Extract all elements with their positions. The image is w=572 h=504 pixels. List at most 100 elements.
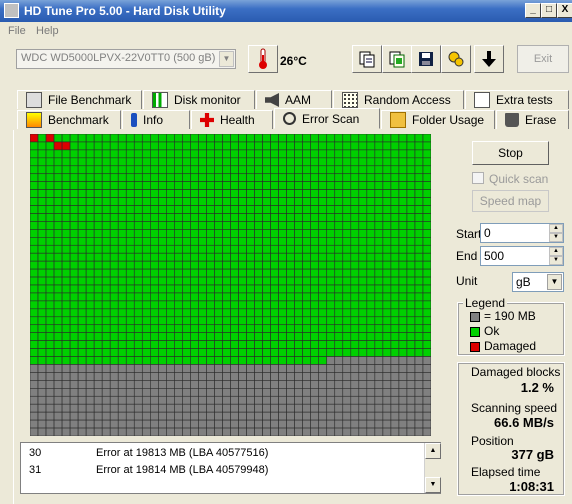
scan-block <box>230 213 239 222</box>
options-button[interactable] <box>441 45 471 73</box>
scan-block <box>30 292 39 302</box>
scan-block <box>133 181 143 190</box>
scan-block <box>45 141 55 151</box>
scan-block <box>246 316 255 326</box>
scan-block <box>334 141 344 151</box>
copy-results-button[interactable] <box>382 45 412 73</box>
quick-scan-checkbox[interactable] <box>472 172 484 184</box>
save-button[interactable] <box>411 45 441 73</box>
scan-block <box>254 268 263 278</box>
scan-block <box>222 197 231 206</box>
tab-random-access[interactable]: Random Access <box>333 90 464 109</box>
scan-block <box>53 364 63 373</box>
scan-block <box>150 284 159 294</box>
scan-block <box>125 372 135 381</box>
scan-block <box>125 197 135 206</box>
scan-block <box>69 411 79 421</box>
scan-block <box>382 141 392 151</box>
menu-help[interactable]: Help <box>36 25 59 37</box>
download-button[interactable] <box>474 45 504 73</box>
scan-block <box>302 356 311 365</box>
scan-block <box>158 260 167 270</box>
maximize-button[interactable]: □ <box>541 3 557 18</box>
tab-disk-monitor[interactable]: Disk monitor <box>143 90 255 109</box>
scan-block <box>206 395 215 405</box>
scan-block <box>374 221 384 230</box>
tab-aam[interactable]: AAM <box>256 90 332 109</box>
scan-block <box>182 324 191 333</box>
scan-block <box>238 181 247 190</box>
scan-block <box>326 284 336 294</box>
copy-info-button[interactable] <box>352 45 382 73</box>
scroll-down-icon[interactable]: ▼ <box>425 477 441 493</box>
stop-button[interactable]: Stop <box>472 141 549 165</box>
drive-select[interactable]: WDC WD5000LPVX-22V0TT0 (500 gB) ▼ <box>16 49 236 69</box>
tab-benchmark[interactable]: Benchmark <box>17 110 121 129</box>
scan-block <box>326 134 336 143</box>
tab-health[interactable]: Health <box>191 110 273 129</box>
scan-block <box>141 388 151 397</box>
scan-block <box>166 395 175 405</box>
scan-block <box>53 292 63 302</box>
scan-block <box>69 332 79 341</box>
scan-block <box>101 197 111 206</box>
scan-block <box>238 244 247 254</box>
scan-block <box>206 157 215 167</box>
scan-block <box>374 419 384 429</box>
scan-block <box>125 173 135 182</box>
scan-block <box>141 149 151 159</box>
scan-block <box>214 244 223 254</box>
scan-block <box>422 316 431 326</box>
tab-extra-tests[interactable]: Extra tests <box>465 90 569 109</box>
end-input[interactable]: 500 ▲ ▼ <box>480 246 564 266</box>
error-log[interactable]: 30 Error at 19813 MB (LBA 40577516) 31 E… <box>20 442 441 494</box>
scan-block <box>109 395 119 405</box>
scan-block <box>150 237 159 246</box>
menu-file[interactable]: File <box>8 25 26 37</box>
scan-block <box>190 403 199 413</box>
scan-block <box>270 324 279 333</box>
temperature-button[interactable] <box>248 45 278 73</box>
scan-block <box>198 403 207 413</box>
chevron-down-icon[interactable]: ▼ <box>547 274 562 290</box>
start-label: Start <box>456 227 482 241</box>
log-scrollbar[interactable]: ▲ ▼ <box>424 443 441 493</box>
scan-block <box>270 165 279 175</box>
scan-block <box>182 197 191 206</box>
start-input[interactable]: 0 ▲ ▼ <box>480 223 564 243</box>
exit-button[interactable]: Exit <box>517 45 569 73</box>
scan-block <box>198 276 207 286</box>
spin-down-icon[interactable]: ▼ <box>549 233 563 242</box>
tab-erase[interactable]: Erase <box>496 110 569 129</box>
scan-block <box>93 237 103 246</box>
scan-block <box>85 260 95 270</box>
scan-block <box>214 372 223 381</box>
scan-block <box>270 348 279 357</box>
minimize-button[interactable]: _ <box>525 3 541 18</box>
spin-down-icon[interactable]: ▼ <box>549 256 563 265</box>
chevron-down-icon[interactable]: ▼ <box>219 51 234 67</box>
tab-label: Folder Usage <box>412 113 485 127</box>
close-button[interactable]: X <box>557 3 572 18</box>
scan-block <box>230 356 239 365</box>
scan-block <box>158 268 167 278</box>
scroll-up-icon[interactable]: ▲ <box>425 443 441 459</box>
speed-map-button[interactable]: Speed map <box>472 190 549 212</box>
scan-block <box>294 157 303 167</box>
spin-up-icon[interactable]: ▲ <box>549 247 563 256</box>
scan-block <box>390 300 400 310</box>
scan-block <box>374 252 384 262</box>
tab-info[interactable]: Info <box>122 110 190 129</box>
tab-file-benchmark[interactable]: File Benchmark <box>17 90 142 109</box>
tab-error-scan[interactable]: Error Scan <box>274 108 380 129</box>
scan-block <box>77 149 87 159</box>
tab-folder-usage[interactable]: Folder Usage <box>381 110 495 129</box>
unit-select[interactable]: gB ▼ <box>512 272 564 292</box>
scan-block <box>61 237 71 246</box>
spin-up-icon[interactable]: ▲ <box>549 224 563 233</box>
scan-block <box>174 237 183 246</box>
scan-block <box>85 356 95 365</box>
scan-block <box>166 316 175 326</box>
scan-block <box>246 332 255 341</box>
scan-block <box>390 149 400 159</box>
